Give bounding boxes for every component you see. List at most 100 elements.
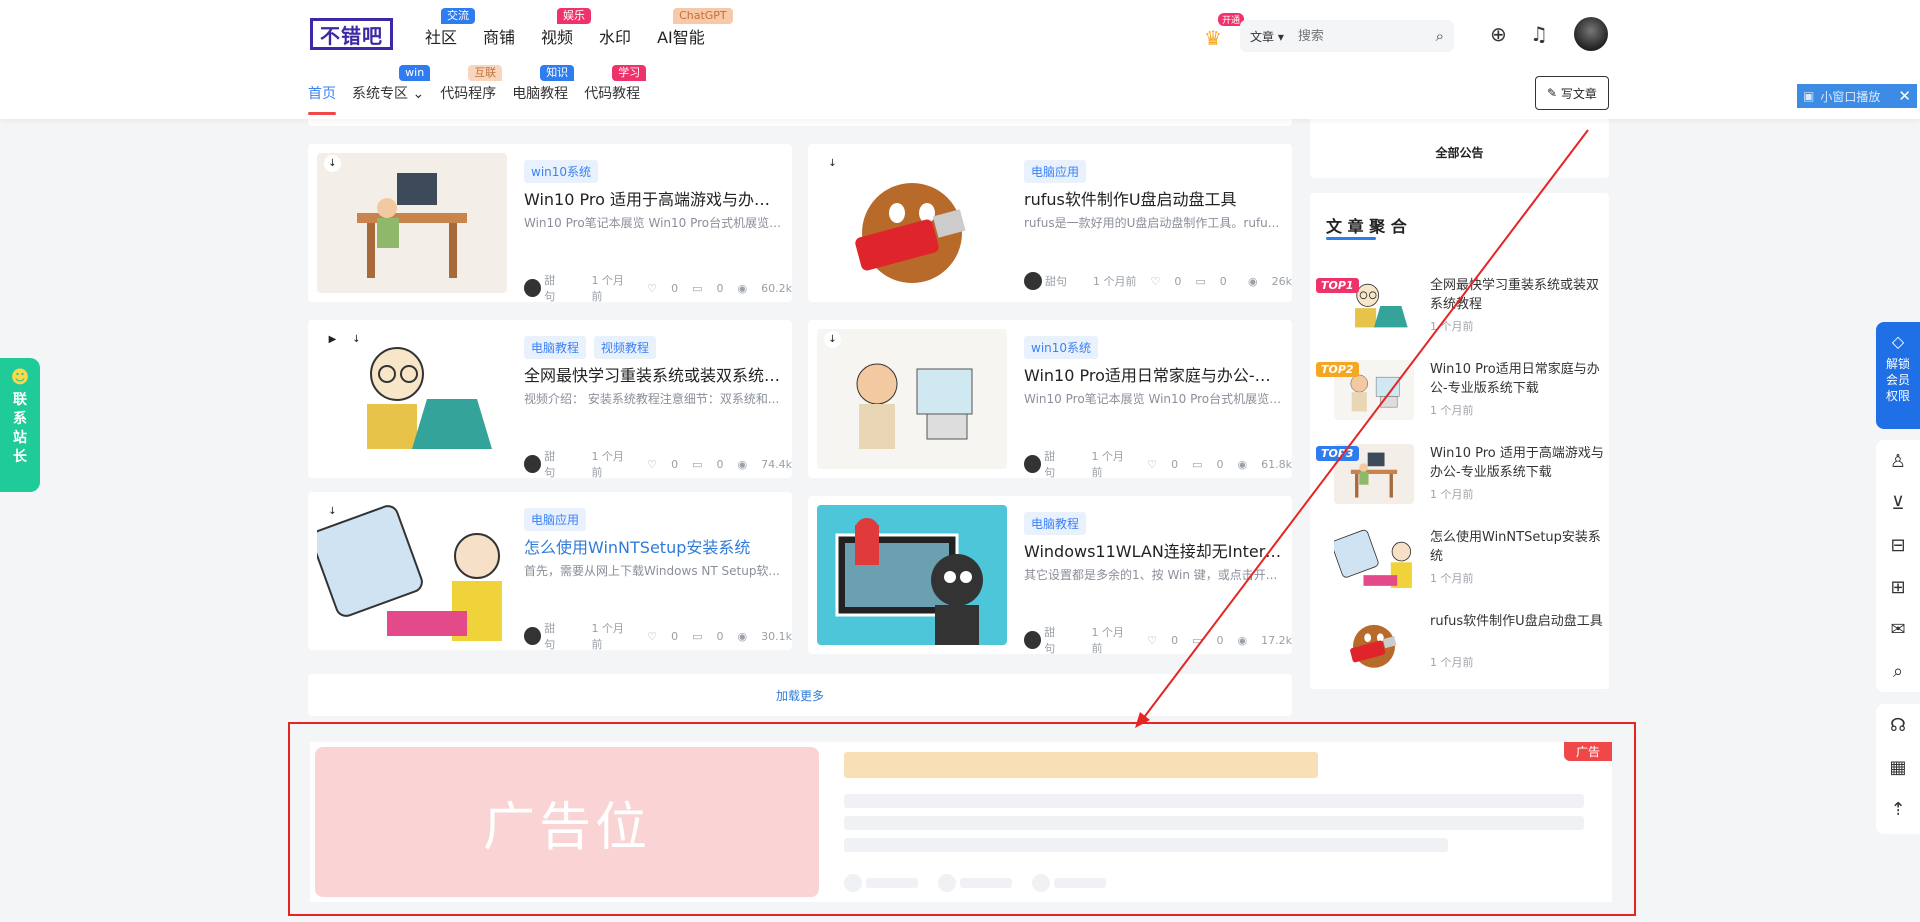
rocket-icon[interactable]: ⇡ — [1876, 788, 1920, 830]
post-title[interactable]: 怎么使用WinNTSetup安装系统 — [524, 534, 784, 558]
close-icon[interactable]: ✕ — [1898, 87, 1911, 105]
author-avatar[interactable] — [524, 627, 542, 645]
author-avatar[interactable] — [1024, 631, 1042, 649]
author-avatar[interactable] — [524, 455, 542, 473]
author-name[interactable]: 甜句 — [544, 272, 565, 304]
download-icon[interactable]: ↓ — [824, 331, 841, 348]
hot-article-title[interactable]: rufus软件制作U盘启动盘工具 — [1430, 612, 1606, 631]
hot-article-title[interactable]: 怎么使用WinNTSetup安装系统 — [1430, 528, 1606, 566]
author-avatar[interactable] — [1024, 272, 1042, 290]
search-input[interactable] — [1297, 28, 1408, 44]
headset-icon[interactable]: ☊ — [1876, 704, 1920, 746]
add-icon[interactable]: ⊕ — [1490, 22, 1507, 46]
post-thumbnail[interactable] — [317, 501, 507, 641]
comments-count[interactable]: ▭ 0 — [692, 630, 723, 643]
post-tag[interactable]: win10系统 — [1024, 336, 1099, 359]
author-name[interactable]: 甜句 — [544, 620, 565, 652]
likes-count[interactable]: ♡ 0 — [1147, 634, 1178, 647]
bell-icon[interactable]: ♫ — [1530, 22, 1548, 46]
nav-item[interactable]: 社区 交流 — [425, 8, 475, 48]
contact-admin-button[interactable]: ☻ 联系站长 — [0, 358, 40, 492]
comments-count[interactable]: ▭ 0 — [692, 282, 723, 295]
likes-count[interactable]: ♡ 0 — [647, 630, 678, 643]
author-name[interactable]: 甜句 — [544, 448, 565, 480]
comments-count[interactable]: ▭ 0 — [1195, 275, 1226, 288]
qrcode-icon[interactable]: ▦ — [1876, 746, 1920, 788]
author-name[interactable]: 甜句 — [1045, 273, 1067, 289]
gift-icon[interactable]: ⊞ — [1876, 566, 1920, 608]
post-thumbnail[interactable] — [317, 329, 507, 469]
download-icon[interactable]: ↓ — [824, 155, 841, 172]
post-thumbnail[interactable] — [317, 153, 507, 293]
likes-count[interactable]: ♡ 0 — [1151, 275, 1182, 288]
likes-count[interactable]: ♡ 0 — [647, 282, 678, 295]
post-card[interactable]: ↓ 电脑应用 怎么使用WinNTSetup安装系统 首先，需要从网上下载Windows… — [308, 492, 792, 652]
hot-article-title[interactable]: Win10 Pro适用日常家庭与办公-专业版系统下载 — [1430, 360, 1606, 398]
vip-crown-icon[interactable]: ♛ 开通 — [1204, 13, 1245, 50]
unlock-membership-button[interactable]: ◇ 解锁会员权限 — [1876, 322, 1920, 429]
user-avatar[interactable] — [1574, 17, 1608, 51]
subnav-item[interactable]: 系统专区 ⌄ win — [352, 65, 431, 103]
subnav-item[interactable]: 首页 — [308, 83, 336, 115]
likes-count[interactable]: ♡ 0 — [647, 458, 678, 471]
subnav-item[interactable]: 电脑教程 知识 — [512, 65, 575, 103]
user-icon[interactable]: ♙ — [1876, 440, 1920, 482]
hot-article-title[interactable]: 全网最快学习重装系统或装双系统教程 — [1430, 276, 1606, 314]
post-card[interactable]: ↓ 电脑应用 rufus软件制作U盘启动盘工具 rufus是一款好用的U盘启动盘制作工… — [808, 144, 1292, 302]
hot-article-item[interactable]: TOP2 Win10 Pro适用日常家庭与办公-专业版系统下载 1 个月前 — [1316, 360, 1600, 430]
subnav-item[interactable]: 代码教程 学习 — [584, 65, 647, 103]
post-thumbnail[interactable] — [817, 505, 1007, 645]
post-title[interactable]: Win10 Pro 适用于高端游戏与办公-专业版系统下载 — [524, 186, 784, 210]
comments-count[interactable]: ▭ 0 — [1192, 634, 1223, 647]
post-card[interactable]: ↓ win10系统 Win10 Pro 适用于高端游戏与办公-专业版系统下载 Win1… — [308, 144, 792, 304]
post-tag[interactable]: 电脑教程 — [1024, 512, 1087, 535]
hot-article-item[interactable]: TOP3 Win10 Pro 适用于高端游戏与办公-专业版系统下载 1 个月前 — [1316, 444, 1604, 514]
author-avatar[interactable] — [1024, 455, 1042, 473]
hot-article-item[interactable]: 怎么使用WinNTSetup安装系统 1 个月前 — [1324, 528, 1601, 598]
post-thumbnail[interactable] — [817, 153, 1007, 293]
site-logo[interactable]: 不错吧 — [310, 18, 393, 50]
hot-article-item[interactable]: rufus软件制作U盘启动盘工具 1 个月前 — [1324, 612, 1603, 682]
comments-count[interactable]: ▭ 0 — [1192, 458, 1223, 471]
author-avatar[interactable] — [524, 279, 542, 297]
author-name[interactable]: 甜句 — [1044, 624, 1065, 656]
search-tool-icon[interactable]: ⌕ — [1876, 650, 1920, 692]
post-title[interactable]: Windows11WLAN连接却无Internet解决办法 — [1024, 538, 1284, 562]
post-title[interactable]: 全网最快学习重装系统或装双系统教程 — [524, 362, 784, 386]
nav-item[interactable]: 视频 娱乐 — [541, 8, 592, 48]
post-thumbnail[interactable] — [817, 329, 1007, 469]
hot-article-thumbnail[interactable] — [1334, 612, 1414, 672]
play-icon[interactable]: ▶ — [324, 331, 341, 348]
nav-item[interactable]: 商铺 — [483, 24, 515, 48]
hot-article-thumbnail[interactable] — [1334, 528, 1414, 588]
post-card[interactable]: ↓ win10系统 Win10 Pro适用日常家庭与办公-专业版系统下载 Win10 … — [808, 320, 1292, 480]
post-card[interactable]: 电脑教程 Windows11WLAN连接却无Internet解决办法其它设置都是多… — [808, 496, 1292, 656]
download-icon[interactable]: ↓ — [324, 503, 341, 520]
comments-count[interactable]: ▭ 0 — [692, 458, 723, 471]
post-tag[interactable]: 电脑应用 — [524, 508, 587, 531]
hot-article-title[interactable]: Win10 Pro 适用于高端游戏与办公-专业版系统下载 — [1430, 444, 1606, 482]
ticket-icon[interactable]: ⊟ — [1876, 524, 1920, 566]
post-tag[interactable]: win10系统 — [524, 160, 599, 183]
search-type-select[interactable]: 文章 ▾ — [1250, 28, 1284, 45]
ad-placeholder-card[interactable]: 广告位 广告 — [310, 742, 1612, 902]
likes-count[interactable]: ♡ 0 — [1147, 458, 1178, 471]
message-icon[interactable]: ✉ — [1876, 608, 1920, 650]
cart-icon[interactable]: ⊻ — [1876, 482, 1920, 524]
download-icon[interactable]: ↓ — [348, 331, 365, 348]
post-title[interactable]: Win10 Pro适用日常家庭与办公-专业版系统下载 — [1024, 362, 1284, 386]
author-name[interactable]: 甜句 — [1044, 448, 1065, 480]
search-icon[interactable]: ⌕ — [1436, 27, 1444, 45]
post-title[interactable]: rufus软件制作U盘启动盘工具 — [1024, 186, 1284, 210]
subnav-item[interactable]: 代码程序 互联 — [440, 65, 503, 103]
write-article-button[interactable]: ✎ 写文章 — [1535, 76, 1609, 110]
load-more-button[interactable]: 加载更多 — [308, 674, 1292, 716]
post-card[interactable]: ▶ ↓ 电脑教程 视频教程 全网最快学习重装系统或装双系统教程 视频介绍： 安装系统教程注… — [308, 320, 792, 480]
nav-item[interactable]: AI智能 ChatGPT — [657, 8, 733, 48]
hot-article-item[interactable]: TOP1 全网最快学习重装系统或装双系统教程 1 个月前 — [1316, 276, 1599, 346]
post-tag[interactable]: 电脑应用 — [1024, 160, 1087, 183]
nav-item[interactable]: 水印 — [599, 24, 631, 48]
download-icon[interactable]: ↓ — [324, 155, 341, 172]
post-tag[interactable]: 视频教程 — [594, 336, 657, 359]
mini-window-bar[interactable]: ▣ 小窗口播放 ✕ — [1797, 84, 1917, 108]
